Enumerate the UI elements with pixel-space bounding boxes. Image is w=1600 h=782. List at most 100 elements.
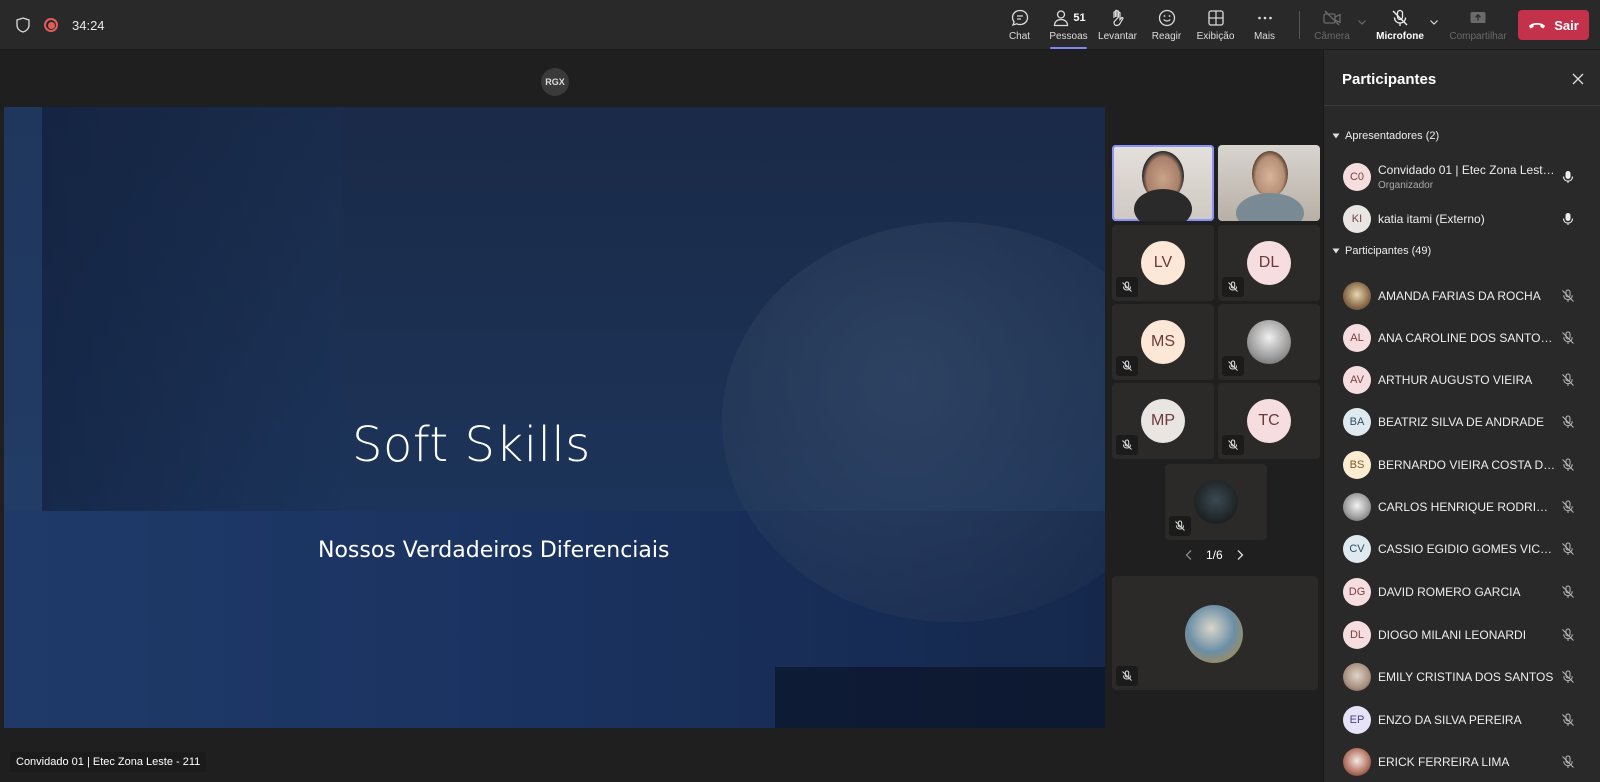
mic-off-badge xyxy=(1116,356,1138,376)
close-icon[interactable] xyxy=(1571,72,1585,86)
participant-row[interactable]: EMILY CRISTINA DOS SANTOS xyxy=(1324,657,1600,697)
mic-off-icon xyxy=(1122,670,1132,681)
video-tile-self[interactable] xyxy=(1112,576,1318,690)
participants-section-toggle[interactable]: Participantes (49) xyxy=(1332,245,1431,257)
participant-row[interactable]: DG DAVID ROMERO GARCIA xyxy=(1324,572,1600,612)
camera-off-icon xyxy=(1323,10,1341,26)
chat-button[interactable]: Chat xyxy=(995,0,1044,50)
participant-video xyxy=(1134,189,1192,221)
avatar-photo xyxy=(1247,320,1291,364)
participant-name: ANA CAROLINE DOS SANTOS LIMA xyxy=(1378,331,1556,345)
participant-name: ENZO DA SILVA PEREIRA xyxy=(1378,713,1522,727)
avatar: TC xyxy=(1247,399,1291,443)
slide-subtitle: Nossos Verdadeiros Diferenciais xyxy=(318,538,670,563)
participant-name: CARLOS HENRIQUE RODRIGUES xyxy=(1378,500,1556,514)
raise-hand-button[interactable]: Levantar xyxy=(1093,0,1142,50)
more-button[interactable]: Mais xyxy=(1240,0,1289,50)
hang-up-icon xyxy=(1529,23,1546,29)
leave-button[interactable]: Sair xyxy=(1518,10,1589,40)
caret-down-icon xyxy=(1332,248,1340,254)
recording-icon xyxy=(44,18,58,32)
video-tile[interactable] xyxy=(1218,304,1320,380)
mic-off-icon xyxy=(1228,360,1238,371)
toolbar-actions: Chat 51 Pessoas Levantar Reagir Exibição… xyxy=(995,0,1289,50)
mic-off-badge xyxy=(1116,666,1138,686)
participant-row[interactable]: AMANDA FARIAS DA ROCHA xyxy=(1324,276,1600,316)
microphone-chevron-down-icon[interactable] xyxy=(1429,17,1439,27)
participant-name: CASSIO EGIDIO GOMES VICENTE xyxy=(1378,542,1556,556)
mic-off-icon xyxy=(1562,289,1574,302)
mic-off-icon xyxy=(1562,755,1574,768)
participant-row[interactable]: DL DIOGO MILANI LEONARDI xyxy=(1324,615,1600,655)
mic-off-icon xyxy=(1122,360,1132,371)
video-tile-participant[interactable] xyxy=(1218,145,1320,221)
video-tile-presenter[interactable] xyxy=(1112,145,1214,221)
participant-row[interactable]: AL ANA CAROLINE DOS SANTOS LIMA xyxy=(1324,318,1600,358)
video-tile[interactable]: MS xyxy=(1112,304,1214,380)
people-count: 51 xyxy=(1073,12,1086,24)
raise-hand-icon xyxy=(1112,9,1124,27)
mic-off-badge xyxy=(1222,277,1244,297)
participants-header: Participantes (49) xyxy=(1345,245,1432,257)
participant-name: ERICK FERREIRA LIMA xyxy=(1378,755,1510,769)
participant-row[interactable]: BA BEATRIZ SILVA DE ANDRADE xyxy=(1324,402,1600,442)
mic-off-icon xyxy=(1562,713,1574,726)
react-button[interactable]: Reagir xyxy=(1142,0,1191,50)
presenters-header: Apresentadores (2) xyxy=(1345,130,1440,142)
emoji-icon xyxy=(1158,9,1175,27)
video-tile[interactable]: LV xyxy=(1112,225,1214,301)
video-tile[interactable] xyxy=(1165,464,1267,540)
avatar: AV xyxy=(1343,366,1371,394)
participant-name: DAVID ROMERO GARCIA xyxy=(1378,585,1521,599)
participant-row[interactable]: CV CASSIO EGIDIO GOMES VICENTE xyxy=(1324,529,1600,569)
share-label: Compartilhar xyxy=(1449,31,1507,42)
avatar: MS xyxy=(1141,320,1185,364)
avatar-photo xyxy=(1343,493,1371,521)
avatar: C0 xyxy=(1343,163,1371,191)
participant-name: DIOGO MILANI LEONARDI xyxy=(1378,628,1527,642)
shared-slide: Soft Skills Nossos Verdadeiros Diferenci… xyxy=(4,107,1105,728)
avatar: EP xyxy=(1343,706,1371,734)
camera-button[interactable]: Câmera xyxy=(1312,0,1352,50)
video-tile[interactable]: MP xyxy=(1112,383,1214,459)
react-label: Reagir xyxy=(1151,31,1182,42)
meeting-toolbar: 34:24 Chat 51 Pessoas Levantar Reagir Ex… xyxy=(0,0,1600,50)
meeting-status: 34:24 xyxy=(16,0,105,50)
participant-role: Organizador xyxy=(1378,180,1434,191)
raise-hand-label: Levantar xyxy=(1098,31,1137,42)
caret-down-icon xyxy=(1332,133,1340,139)
mic-off-icon xyxy=(1175,520,1185,531)
microphone-button[interactable]: Microfone xyxy=(1376,0,1424,50)
camera-label: Câmera xyxy=(1314,31,1350,42)
participant-row[interactable]: KI katia itami (Externo) xyxy=(1324,199,1600,239)
chevron-right-icon[interactable] xyxy=(1235,549,1245,561)
avatar: LV xyxy=(1141,241,1185,285)
avatar-photo xyxy=(1343,748,1371,776)
participant-row[interactable]: BS BERNARDO VIEIRA COSTA DOS SANTOS xyxy=(1324,445,1600,485)
presenters-section-toggle[interactable]: Apresentadores (2) xyxy=(1332,130,1439,142)
mic-off-icon xyxy=(1562,670,1574,683)
participant-row[interactable]: ERICK FERREIRA LIMA xyxy=(1324,742,1600,782)
shield-icon xyxy=(16,17,30,33)
video-tile[interactable]: DL xyxy=(1218,225,1320,301)
panel-title: Participantes xyxy=(1342,71,1437,88)
mic-off-badge xyxy=(1169,516,1191,536)
mic-off-icon xyxy=(1562,458,1574,471)
participant-row[interactable]: AV ARTHUR AUGUSTO VIEIRA xyxy=(1324,360,1600,400)
camera-chevron-down-icon[interactable] xyxy=(1357,17,1367,27)
participant-row[interactable]: C0 Convidado 01 | Etec Zona Leste - 211 … xyxy=(1324,157,1600,197)
participant-video xyxy=(1236,193,1304,221)
participant-name: Convidado 01 | Etec Zona Leste - 211 xyxy=(1378,163,1556,177)
mic-off-icon xyxy=(1122,439,1132,450)
chevron-left-icon[interactable] xyxy=(1184,549,1194,561)
presenter-avatar[interactable]: RGX xyxy=(541,68,569,96)
people-button[interactable]: 51 Pessoas xyxy=(1044,0,1093,50)
people-icon xyxy=(1054,10,1069,27)
participant-row[interactable]: CARLOS HENRIQUE RODRIGUES xyxy=(1324,487,1600,527)
participant-row[interactable]: EP ENZO DA SILVA PEREIRA xyxy=(1324,700,1600,740)
share-button[interactable]: Compartilhar xyxy=(1448,0,1508,50)
view-button[interactable]: Exibição xyxy=(1191,0,1240,50)
video-tile[interactable]: TC xyxy=(1218,383,1320,459)
mic-off-badge xyxy=(1116,277,1138,297)
mic-off-icon xyxy=(1562,331,1574,344)
